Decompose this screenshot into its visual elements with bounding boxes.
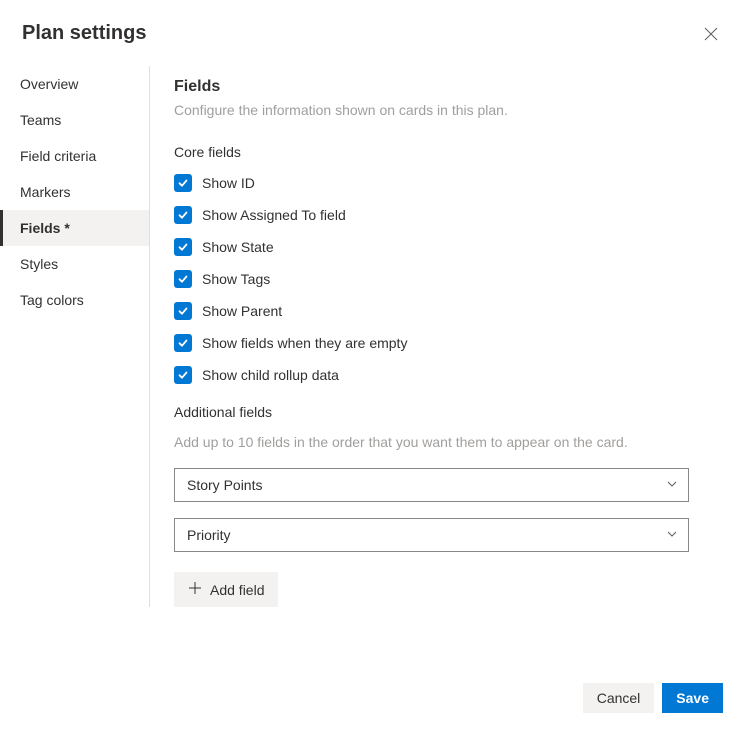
sidebar-item-tag-colors[interactable]: Tag colors — [0, 282, 149, 318]
checkbox-label: Show Tags — [202, 271, 270, 287]
checkbox-label: Show Assigned To field — [202, 207, 346, 223]
add-field-label: Add field — [210, 582, 264, 598]
checkbox-label: Show State — [202, 239, 274, 255]
checkbox[interactable] — [174, 206, 192, 224]
page-title: Plan settings — [22, 22, 146, 45]
checkbox[interactable] — [174, 174, 192, 192]
select-value: Story Points — [187, 477, 262, 493]
sidebar-item-fields[interactable]: Fields * — [0, 210, 149, 246]
core-field-row: Show Assigned To field — [174, 206, 689, 224]
checkbox-label: Show Parent — [202, 303, 282, 319]
section-description: Configure the information shown on cards… — [174, 102, 689, 118]
field-select[interactable]: Priority — [174, 518, 689, 552]
additional-fields-title: Additional fields — [174, 404, 689, 420]
checkbox[interactable] — [174, 238, 192, 256]
core-field-row: Show State — [174, 238, 689, 256]
close-icon — [703, 26, 719, 42]
sidebar-item-teams[interactable]: Teams — [0, 102, 149, 138]
sidebar-item-styles[interactable]: Styles — [0, 246, 149, 282]
close-button[interactable] — [699, 22, 723, 46]
core-field-row: Show fields when they are empty — [174, 334, 689, 352]
check-icon — [177, 305, 189, 317]
check-icon — [177, 209, 189, 221]
check-icon — [177, 241, 189, 253]
add-field-button[interactable]: Add field — [174, 572, 278, 607]
core-field-row: Show Parent — [174, 302, 689, 320]
select-value: Priority — [187, 527, 231, 543]
checkbox-label: Show fields when they are empty — [202, 335, 407, 351]
cancel-button[interactable]: Cancel — [583, 683, 655, 713]
core-field-row: Show ID — [174, 174, 689, 192]
sidebar-item-markers[interactable]: Markers — [0, 174, 149, 210]
save-button[interactable]: Save — [662, 683, 723, 713]
check-icon — [177, 177, 189, 189]
additional-fields-description: Add up to 10 fields in the order that yo… — [174, 434, 689, 450]
core-fields-title: Core fields — [174, 144, 689, 160]
checkbox[interactable] — [174, 334, 192, 352]
settings-content: Fields Configure the information shown o… — [150, 66, 745, 607]
chevron-down-icon — [666, 477, 678, 493]
settings-sidebar: OverviewTeamsField criteriaMarkersFields… — [0, 66, 150, 607]
check-icon — [177, 369, 189, 381]
check-icon — [177, 337, 189, 349]
checkbox[interactable] — [174, 302, 192, 320]
checkbox-label: Show child rollup data — [202, 367, 339, 383]
checkbox[interactable] — [174, 366, 192, 384]
field-select[interactable]: Story Points — [174, 468, 689, 502]
check-icon — [177, 273, 189, 285]
sidebar-item-overview[interactable]: Overview — [0, 66, 149, 102]
core-field-row: Show Tags — [174, 270, 689, 288]
chevron-down-icon — [666, 527, 678, 543]
core-field-row: Show child rollup data — [174, 366, 689, 384]
plus-icon — [188, 581, 202, 598]
section-title: Fields — [174, 78, 689, 96]
checkbox-label: Show ID — [202, 175, 255, 191]
sidebar-item-field-criteria[interactable]: Field criteria — [0, 138, 149, 174]
checkbox[interactable] — [174, 270, 192, 288]
dialog-footer: Cancel Save — [583, 683, 723, 713]
